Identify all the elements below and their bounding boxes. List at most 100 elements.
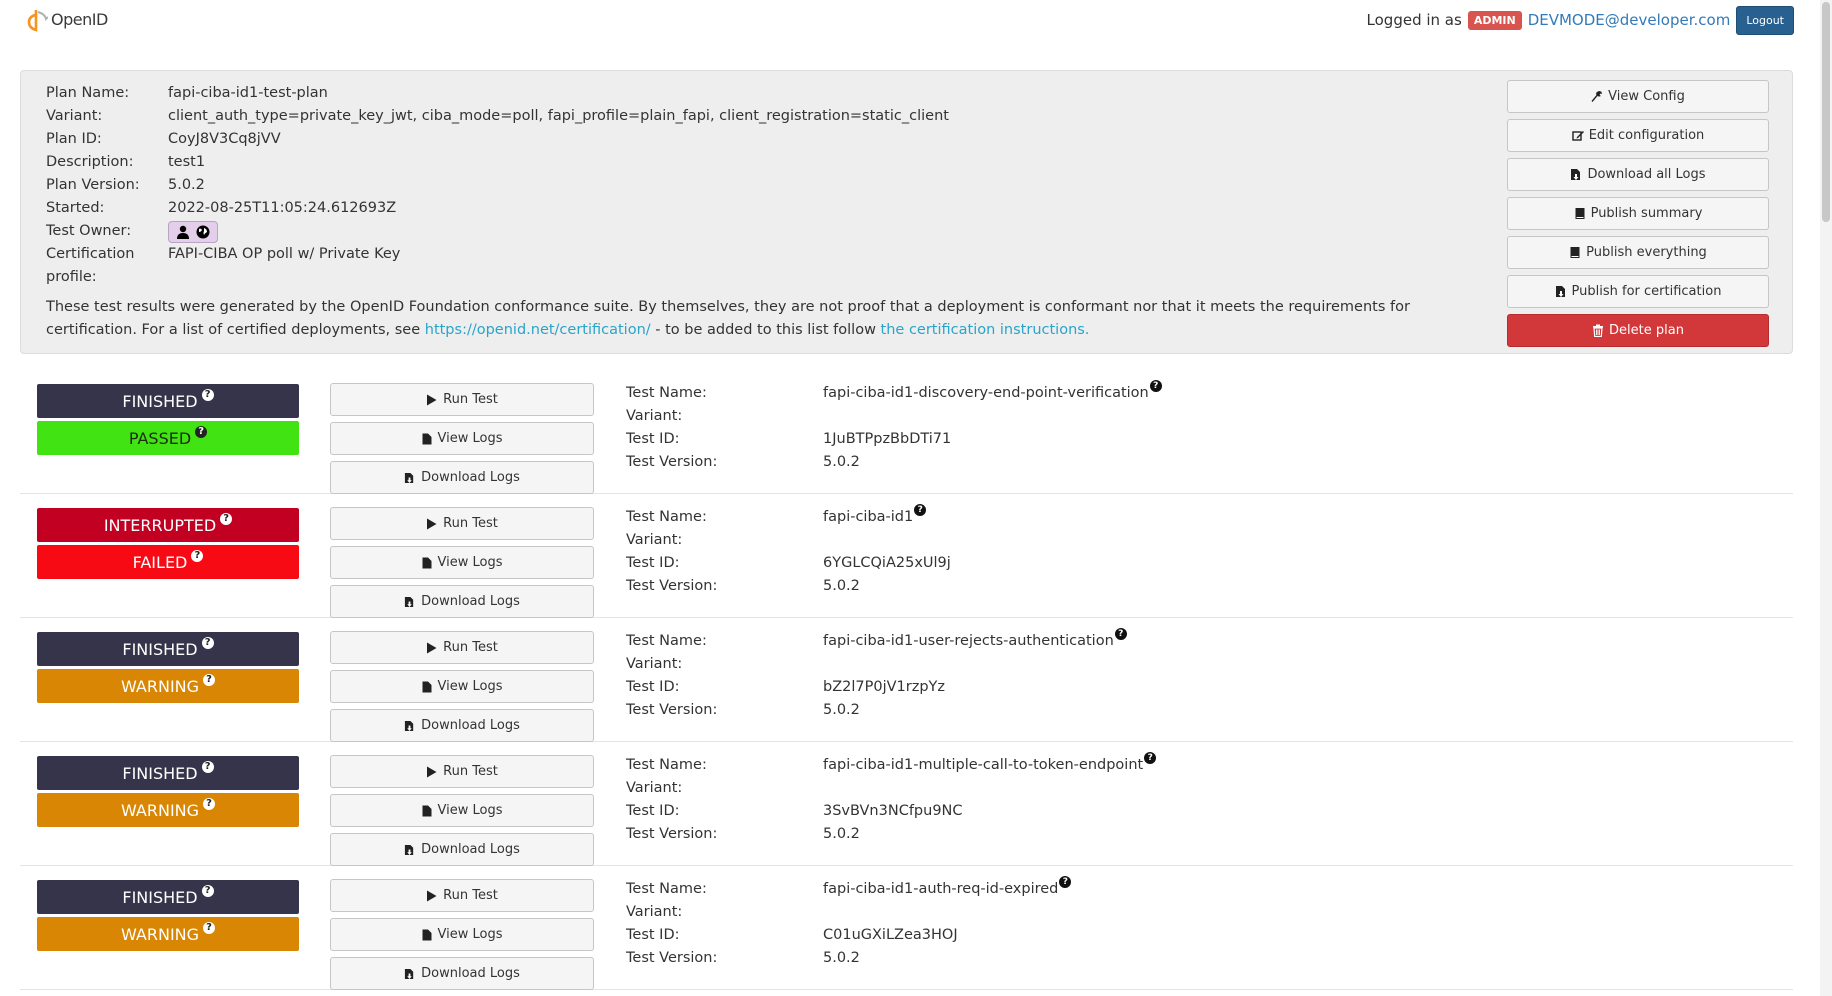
view-config-button[interactable]: View Config (1507, 80, 1769, 113)
question-circle-icon[interactable]: ? (1149, 380, 1162, 392)
question-circle-icon[interactable]: ? (201, 637, 214, 649)
download-logs-button[interactable]: Download Logs (330, 709, 594, 742)
run-test-button[interactable]: Run Test (330, 755, 594, 788)
result-badge: PASSED? (37, 421, 299, 455)
test-version-value: 5.0.2 (823, 950, 860, 966)
publish-for-certification-label: Publish for certification (1571, 284, 1722, 299)
test-info: Test Name: fapi-ciba-id1-auth-req-id-expi… (626, 876, 1072, 970)
status-badge: INTERRUPTED? (37, 508, 299, 542)
info-row: Test Name: fapi-ciba-id1? (626, 504, 951, 529)
test-name-key: Test Name: (626, 509, 707, 525)
plan-variant-value: client_auth_type=private_key_jwt, ciba_m… (168, 108, 949, 124)
publish-everything-button[interactable]: Publish everything (1507, 236, 1769, 269)
download-logs-button[interactable]: Download Logs (330, 957, 594, 990)
info-row: Variant: (626, 901, 1071, 924)
view-logs-button[interactable]: View Logs (330, 422, 594, 455)
view-logs-button[interactable]: View Logs (330, 794, 594, 827)
test-actions: Run Test View Logs Download Logs (330, 507, 594, 624)
view-logs-button[interactable]: View Logs (330, 918, 594, 951)
question-circle-icon[interactable]: ? (203, 922, 216, 934)
download-logs-button[interactable]: Download Logs (330, 585, 594, 618)
result-label: WARNING (120, 676, 200, 696)
result-label: PASSED (128, 428, 192, 448)
download-all-logs-button[interactable]: Download all Logs (1507, 158, 1769, 191)
question-circle-icon[interactable]: ? (1059, 876, 1072, 888)
info-row: Variant: (626, 653, 1127, 676)
question-circle-icon[interactable]: ? (191, 550, 204, 562)
plan-row: Plan ID: CoyJ8V3Cq8jVV (46, 128, 1076, 151)
publish-summary-label: Publish summary (1590, 206, 1703, 221)
plan-row: Plan Name: fapi-ciba-id1-test-plan (46, 82, 1076, 105)
plan-description-value: test1 (168, 154, 206, 170)
test-version-value: 5.0.2 (823, 826, 860, 842)
run-test-button[interactable]: Run Test (330, 631, 594, 664)
plan-actions: View Config Edit configuration Download … (1507, 80, 1769, 353)
run-test-label: Run Test (443, 392, 498, 407)
question-circle-icon[interactable]: ? (201, 389, 214, 401)
plan-name-key: Plan Name: (46, 85, 130, 101)
test-id-value: bZ2l7P0jV1rzpYz (823, 679, 946, 695)
question-circle-icon[interactable]: ? (1114, 628, 1127, 640)
question-circle-icon[interactable]: ? (220, 513, 233, 525)
edit-configuration-label: Edit configuration (1588, 128, 1705, 143)
plan-version-value: 5.0.2 (168, 177, 205, 193)
info-row: Variant: (626, 405, 1162, 428)
test-row: FINISHED? PASSED? Run Test View Logs Dow… (20, 370, 1793, 494)
admin-badge: ADMIN (1467, 10, 1522, 30)
question-circle-icon[interactable]: ? (201, 885, 214, 897)
plan-started-value: 2022-08-25T11:05:24.612693Z (168, 200, 397, 216)
info-row: Test ID: C01uGXiLZea3HOJ (626, 924, 1071, 947)
logout-button[interactable]: Logout (1736, 5, 1794, 35)
test-version-key: Test Version: (626, 454, 718, 470)
download-all-logs-label: Download all Logs (1587, 167, 1706, 182)
delete-plan-button[interactable]: Delete plan (1507, 314, 1769, 347)
file-icon (422, 805, 431, 816)
file-download-icon (1571, 169, 1581, 180)
test-info: Test Name: fapi-ciba-id1-multiple-call-to… (626, 752, 1157, 846)
info-row: Test Version: 5.0.2 (626, 699, 1127, 722)
test-owner-badge[interactable] (168, 221, 218, 243)
certification-instructions-link[interactable]: the certification instructions. (881, 322, 1090, 338)
logo-text: OpenID (51, 9, 108, 29)
test-name-key: Test Name: (626, 757, 707, 773)
view-logs-label: View Logs (437, 679, 503, 694)
status-label: FINISHED (122, 887, 198, 907)
question-circle-icon[interactable]: ? (203, 674, 216, 686)
test-name-value: fapi-ciba-id1 (823, 509, 914, 525)
question-circle-icon[interactable]: ? (1144, 752, 1157, 764)
edit-configuration-button[interactable]: Edit configuration (1507, 119, 1769, 152)
download-logs-label: Download Logs (421, 718, 520, 733)
plan-description-key: Description: (46, 154, 134, 170)
question-circle-icon[interactable]: ? (201, 761, 214, 773)
certification-link[interactable]: https://openid.net/certification/ (425, 322, 651, 338)
openid-logo[interactable]: OpenID (26, 4, 108, 34)
run-test-button[interactable]: Run Test (330, 879, 594, 912)
variant-key: Variant: (626, 904, 683, 920)
scrollbar-thumb[interactable] (1822, 2, 1830, 222)
info-row: Variant: (626, 777, 1156, 800)
scrollbar[interactable] (1820, 0, 1832, 996)
view-logs-button[interactable]: View Logs (330, 670, 594, 703)
view-logs-label: View Logs (437, 927, 503, 942)
question-circle-icon[interactable]: ? (914, 504, 927, 516)
publish-summary-button[interactable]: Publish summary (1507, 197, 1769, 230)
certification-profile-key: Certification profile: (46, 246, 135, 285)
test-id-key: Test ID: (626, 927, 680, 943)
wrench-icon (1591, 91, 1603, 102)
user-email-link[interactable]: DEVMODE@developer.com (1528, 11, 1731, 29)
play-icon (427, 518, 437, 529)
question-circle-icon[interactable]: ? (195, 426, 208, 438)
download-logs-label: Download Logs (421, 594, 520, 609)
publish-for-certification-button[interactable]: Publish for certification (1507, 275, 1769, 308)
delete-plan-label: Delete plan (1609, 323, 1684, 338)
download-logs-button[interactable]: Download Logs (330, 833, 594, 866)
globe-icon (196, 225, 210, 239)
question-circle-icon[interactable]: ? (203, 798, 216, 810)
view-config-label: View Config (1608, 89, 1685, 104)
view-logs-button[interactable]: View Logs (330, 546, 594, 579)
test-actions: Run Test View Logs Download Logs (330, 631, 594, 748)
run-test-button[interactable]: Run Test (330, 507, 594, 540)
run-test-button[interactable]: Run Test (330, 383, 594, 416)
info-row: Test Name: fapi-ciba-id1-multiple-call-to… (626, 752, 1157, 777)
download-logs-button[interactable]: Download Logs (330, 461, 594, 494)
